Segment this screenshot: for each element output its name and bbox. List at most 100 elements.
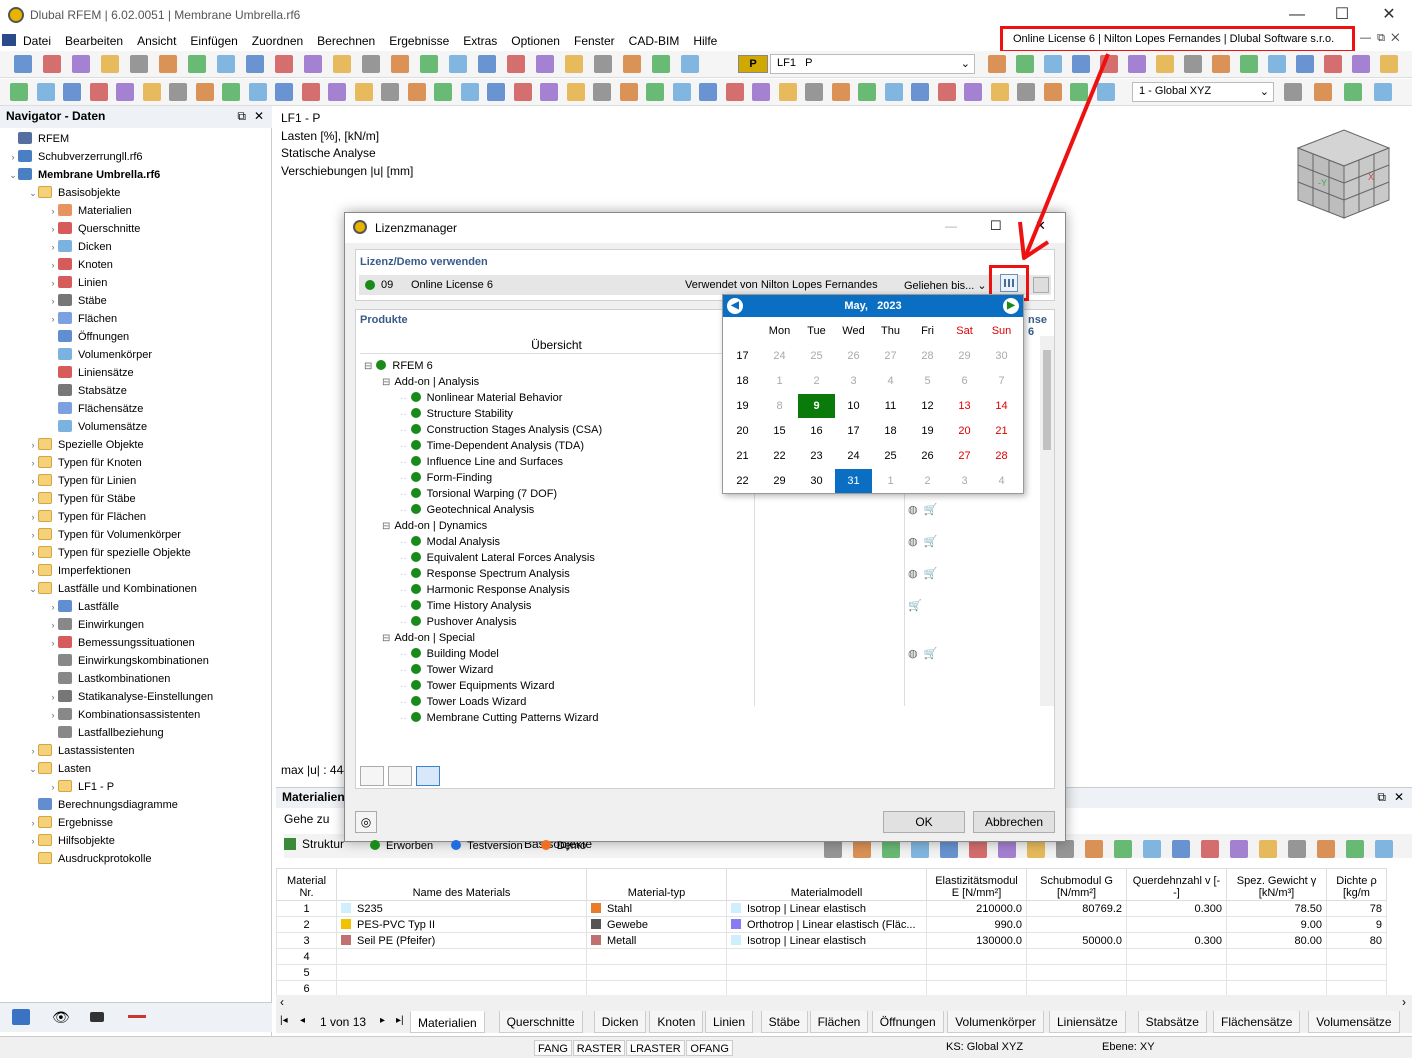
cell-model[interactable] xyxy=(726,964,927,981)
menu-item-fenster[interactable]: Fenster xyxy=(567,32,622,50)
cancel-button[interactable]: Abbrechen xyxy=(973,811,1055,833)
calendar-day[interactable]: 3 xyxy=(835,369,872,393)
menu-item-ansicht[interactable]: Ansicht xyxy=(130,32,183,50)
cell-E[interactable]: 210000.0 xyxy=(926,900,1027,917)
chevron-right-icon[interactable]: › xyxy=(48,706,58,724)
toolbar2-tool-29-icon[interactable] xyxy=(752,83,770,101)
status-toggle-fang[interactable]: FANG xyxy=(534,1040,572,1056)
calendar-clear-icon[interactable] xyxy=(1033,277,1049,293)
globe-icon[interactable]: ◍ xyxy=(908,504,918,516)
calendar-year[interactable]: 2023 xyxy=(877,300,901,312)
toolbar1-tool-6-icon[interactable] xyxy=(159,55,177,73)
nav-item-lastkombinationen[interactable]: Lastkombinationen xyxy=(0,670,213,688)
tab-linien[interactable]: Linien xyxy=(705,1011,754,1033)
toolbar2-tool-9-icon[interactable] xyxy=(222,83,240,101)
chevron-right-icon[interactable]: › xyxy=(48,292,58,310)
toolbar1r-tool-9-icon[interactable] xyxy=(1212,55,1230,73)
table-row[interactable]: 2 PES-PVC Typ II Gewebe Orthotrop | Linear … xyxy=(276,916,1387,933)
calendar-day[interactable]: 14 xyxy=(983,394,1020,418)
toolbar2-tool-30-icon[interactable] xyxy=(778,83,797,101)
table-row[interactable]: 4 xyxy=(276,948,1387,965)
toolbar1r-tool-1-icon[interactable] xyxy=(988,55,1006,73)
cell-nr[interactable]: 4 xyxy=(276,948,337,965)
chevron-right-icon[interactable]: › xyxy=(48,310,58,328)
cell-g[interactable]: 80.00 xyxy=(1226,932,1327,949)
toolbar1-tool-9-icon[interactable] xyxy=(246,55,264,73)
chevron-down-icon[interactable]: ⌄ xyxy=(8,166,18,184)
menu-item-ergebnisse[interactable]: Ergebnisse xyxy=(382,32,456,50)
tab-stabs-tze[interactable]: Stabsätze xyxy=(1137,1011,1207,1033)
product-row[interactable]: ·· Pushover Analysis xyxy=(358,614,1048,630)
toolbar2-tool-17-icon[interactable] xyxy=(434,83,452,101)
calendar-day[interactable]: 12 xyxy=(909,394,946,418)
pin-icon[interactable]: ⧉ xyxy=(237,109,246,124)
ok-button[interactable]: OK xyxy=(883,811,965,833)
toolbar1r-tool-5-icon[interactable] xyxy=(1100,55,1118,73)
nav-item-lastf-lle-und-kombinationen[interactable]: ⌄ Lastfälle und Kombinationen xyxy=(0,580,213,598)
nav-item-membrane-umbrella-rf6[interactable]: ⌄ Membrane Umbrella.rf6 xyxy=(0,166,213,184)
chevron-right-icon[interactable]: › xyxy=(28,490,38,508)
toolbar2-tool-1-icon[interactable] xyxy=(10,83,28,101)
calendar-day[interactable]: 17 xyxy=(835,419,872,443)
toolbar2-tool-16-icon[interactable] xyxy=(407,83,426,101)
menu-item-optionen[interactable]: Optionen xyxy=(504,32,567,50)
chevron-right-icon[interactable]: › xyxy=(48,202,58,220)
table-tool-5-icon[interactable] xyxy=(940,840,958,858)
toolbar2-tool-40-icon[interactable] xyxy=(1043,83,1062,101)
nav-item-ausdruckprotokolle[interactable]: Ausdruckprotokolle xyxy=(0,850,213,868)
cart-icon[interactable]: 🛒 xyxy=(924,536,938,548)
pin-icon[interactable]: ⧉ xyxy=(1377,790,1386,805)
cell-v[interactable]: 0.300 xyxy=(1126,900,1227,917)
cell-nr[interactable]: 1 xyxy=(276,900,337,917)
cell-type[interactable]: Metall xyxy=(586,932,727,949)
toolbar1-tool-17-icon[interactable] xyxy=(478,55,496,73)
nav-item-knoten[interactable]: › Knoten xyxy=(0,256,213,274)
nav-item-einwirkungskombinationen[interactable]: Einwirkungskombinationen xyxy=(0,652,213,670)
calendar-icon[interactable] xyxy=(1000,274,1018,292)
chevron-right-icon[interactable]: › xyxy=(48,598,58,616)
calendar-day[interactable]: 15 xyxy=(761,419,798,443)
chevron-down-icon[interactable]: ⌄ xyxy=(28,760,38,778)
close-button[interactable]: ✕ xyxy=(1035,218,1046,234)
product-row[interactable]: ·· Tower Loads Wizard xyxy=(358,694,1048,710)
scrollbar-thumb[interactable] xyxy=(1043,350,1051,450)
nav-item-lasten[interactable]: ⌄ Lasten xyxy=(0,760,213,778)
calendar-day[interactable]: 21 xyxy=(983,419,1020,443)
chevron-right-icon[interactable]: › xyxy=(28,472,38,490)
prev-page-icon[interactable]: ◂ xyxy=(300,1015,305,1026)
table-tool-12-icon[interactable] xyxy=(1143,840,1161,858)
horizontal-scrollbar[interactable]: ‹ › xyxy=(276,995,1412,1011)
cell-v[interactable] xyxy=(1126,964,1227,981)
calendar-day[interactable]: 26 xyxy=(909,444,946,468)
nav-item-hilfsobjekte[interactable]: › Hilfsobjekte xyxy=(0,832,213,850)
scroll-right-icon[interactable]: › xyxy=(1402,995,1406,1009)
calendar-day[interactable]: 1 xyxy=(761,369,798,393)
calendar-day[interactable]: 30 xyxy=(983,344,1020,368)
status-toggle-ofang[interactable]: OFANG xyxy=(686,1040,733,1056)
nav-item-schubverzerrungll-rf6[interactable]: › Schubverzerrungll.rf6 xyxy=(0,148,213,166)
cell-model[interactable]: Isotrop | Linear elastisch xyxy=(726,932,927,949)
cell-nr[interactable]: 2 xyxy=(276,916,337,933)
menu-item-berechnen[interactable]: Berechnen xyxy=(310,32,382,50)
window-controls-inner[interactable]: — ⧉ ✕ xyxy=(1360,32,1399,45)
nav-item-ergebnisse[interactable]: › Ergebnisse xyxy=(0,814,213,832)
menu-item-datei[interactable]: Datei xyxy=(16,32,58,50)
globe-icon[interactable]: ◍ xyxy=(908,648,918,660)
toolbar1r-tool-2-icon[interactable] xyxy=(1016,55,1034,73)
cell-v[interactable] xyxy=(1126,916,1227,933)
toolbar2r-tool-1-icon[interactable] xyxy=(1284,83,1302,101)
calendar-day[interactable]: 7 xyxy=(983,369,1020,393)
toolbar2-tool-7-icon[interactable] xyxy=(169,83,187,101)
calendar-day[interactable]: 2 xyxy=(798,369,835,393)
calendar-day[interactable]: 5 xyxy=(909,369,946,393)
table-tool-17-icon[interactable] xyxy=(1288,840,1306,858)
menu-item-einf-gen[interactable]: Einfügen xyxy=(183,32,244,50)
toolbar2-tool-14-icon[interactable] xyxy=(354,83,373,101)
toolbar2r-tool-2-icon[interactable] xyxy=(1314,83,1332,101)
nav-item-st-be[interactable]: › Stäbe xyxy=(0,292,213,310)
nav-item-spezielle-objekte[interactable]: › Spezielle Objekte xyxy=(0,436,213,454)
toolbar1-tool-2-icon[interactable] xyxy=(43,55,61,73)
chevron-right-icon[interactable]: › xyxy=(28,832,38,850)
toolbar2-tool-37-icon[interactable] xyxy=(964,83,982,101)
close-icon[interactable]: ✕ xyxy=(254,109,264,123)
